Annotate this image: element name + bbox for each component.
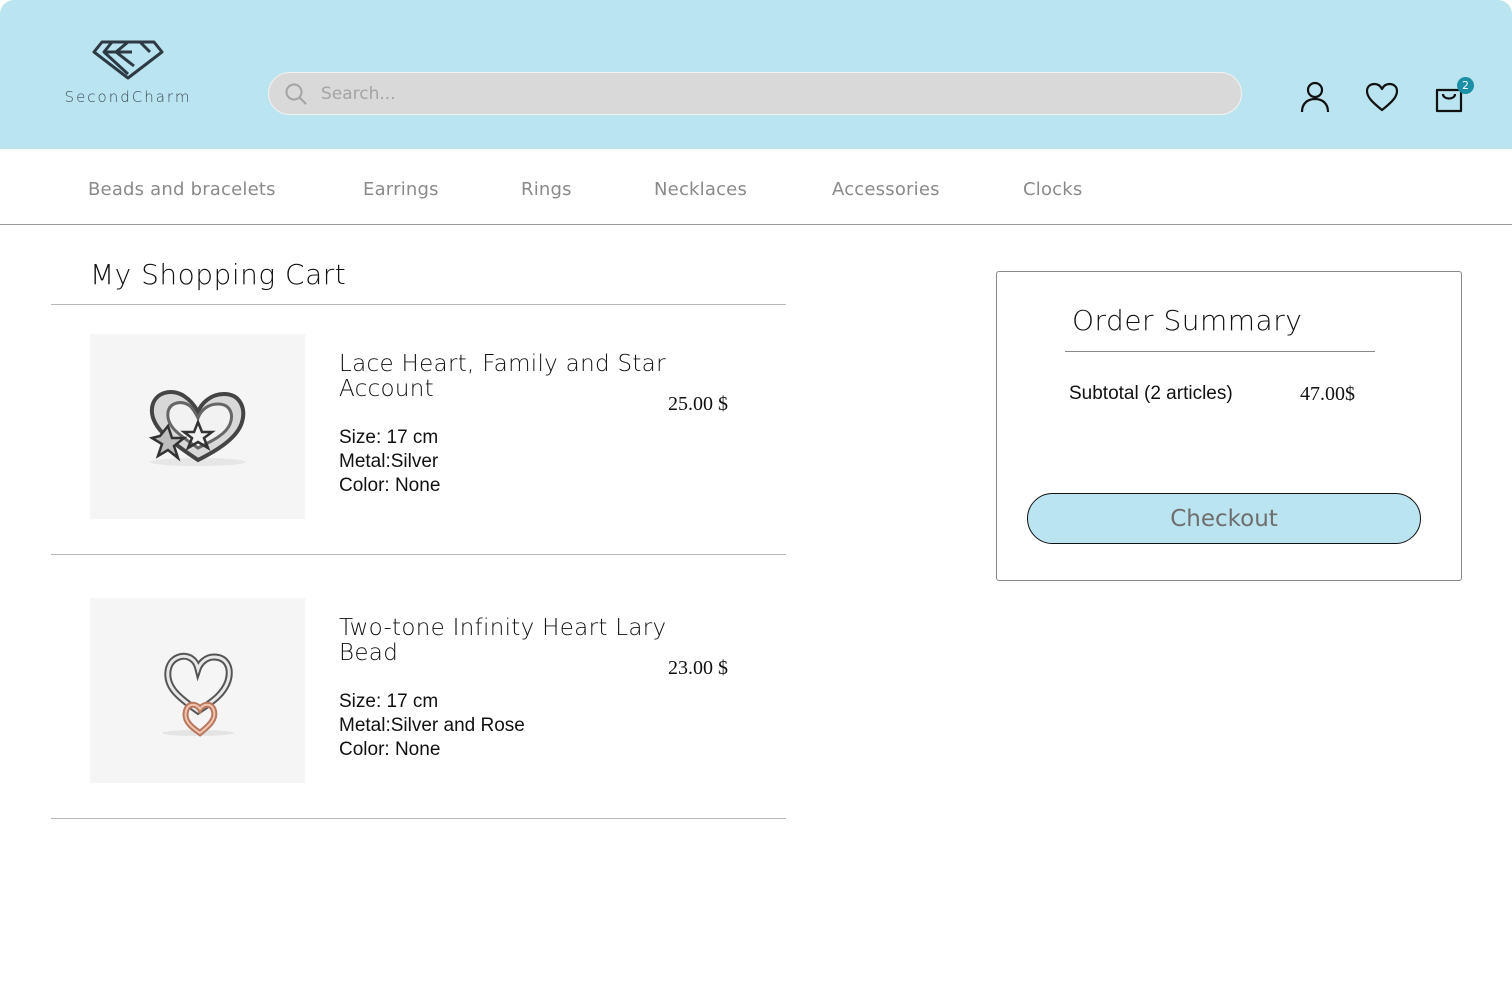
product-size: Size: 17 cm	[339, 427, 439, 448]
nav-item-accessories[interactable]: Accessories	[832, 179, 940, 200]
nav-item-rings[interactable]: Rings	[521, 179, 572, 200]
heart-charm-icon	[148, 389, 246, 466]
divider	[1065, 351, 1375, 352]
product-size: Size: 17 cm	[339, 691, 439, 712]
product-price: 25.00 $	[668, 393, 728, 415]
heart-icon	[1365, 82, 1399, 112]
subtotal-value: 47.00$	[1300, 383, 1355, 405]
product-name[interactable]: Lace Heart, Family and Star Account	[339, 352, 669, 402]
search-icon[interactable]	[285, 83, 307, 109]
search-input[interactable]	[321, 79, 1201, 109]
nav-item-necklaces[interactable]: Necklaces	[654, 179, 747, 200]
checkout-button[interactable]: Checkout	[1027, 493, 1421, 544]
nav-item-earrings[interactable]: Earrings	[363, 179, 439, 200]
nav-item-beads-and-bracelets[interactable]: Beads and bracelets	[88, 179, 276, 200]
brand-logo[interactable]: SecondCharm	[58, 36, 198, 116]
site-header: SecondCharm 2	[0, 0, 1512, 149]
account-button[interactable]	[1297, 78, 1333, 116]
divider	[51, 304, 786, 305]
product-name[interactable]: Two-tone Infinity Heart Lary Bead	[339, 616, 669, 666]
cart-count-badge: 2	[1457, 77, 1474, 94]
diamond-logo-icon	[92, 40, 164, 80]
subtotal-label: Subtotal (2 articles)	[1069, 383, 1233, 404]
product-color: Color: None	[339, 739, 441, 760]
nav-item-clocks[interactable]: Clocks	[1023, 179, 1082, 200]
category-nav: Beads and bracelets Earrings Rings Neckl…	[0, 149, 1512, 225]
user-icon	[1300, 81, 1330, 113]
product-image[interactable]	[90, 334, 305, 519]
product-metal: Metal:Silver	[339, 451, 439, 472]
product-metal: Metal:Silver and Rose	[339, 715, 525, 736]
brand-name: SecondCharm	[64, 88, 192, 106]
product-color: Color: None	[339, 475, 441, 496]
order-summary-panel: Order Summary Subtotal (2 articles) 47.0…	[996, 271, 1462, 581]
divider	[51, 554, 786, 555]
search-bar[interactable]	[268, 72, 1242, 115]
infinity-heart-charm-icon	[161, 652, 234, 737]
wishlist-button[interactable]	[1364, 78, 1400, 116]
order-summary-title: Order Summary	[1072, 304, 1303, 337]
product-price: 23.00 $	[668, 657, 728, 679]
product-image[interactable]	[90, 598, 305, 783]
divider	[51, 818, 786, 819]
page-title: My Shopping Cart	[90, 258, 347, 291]
